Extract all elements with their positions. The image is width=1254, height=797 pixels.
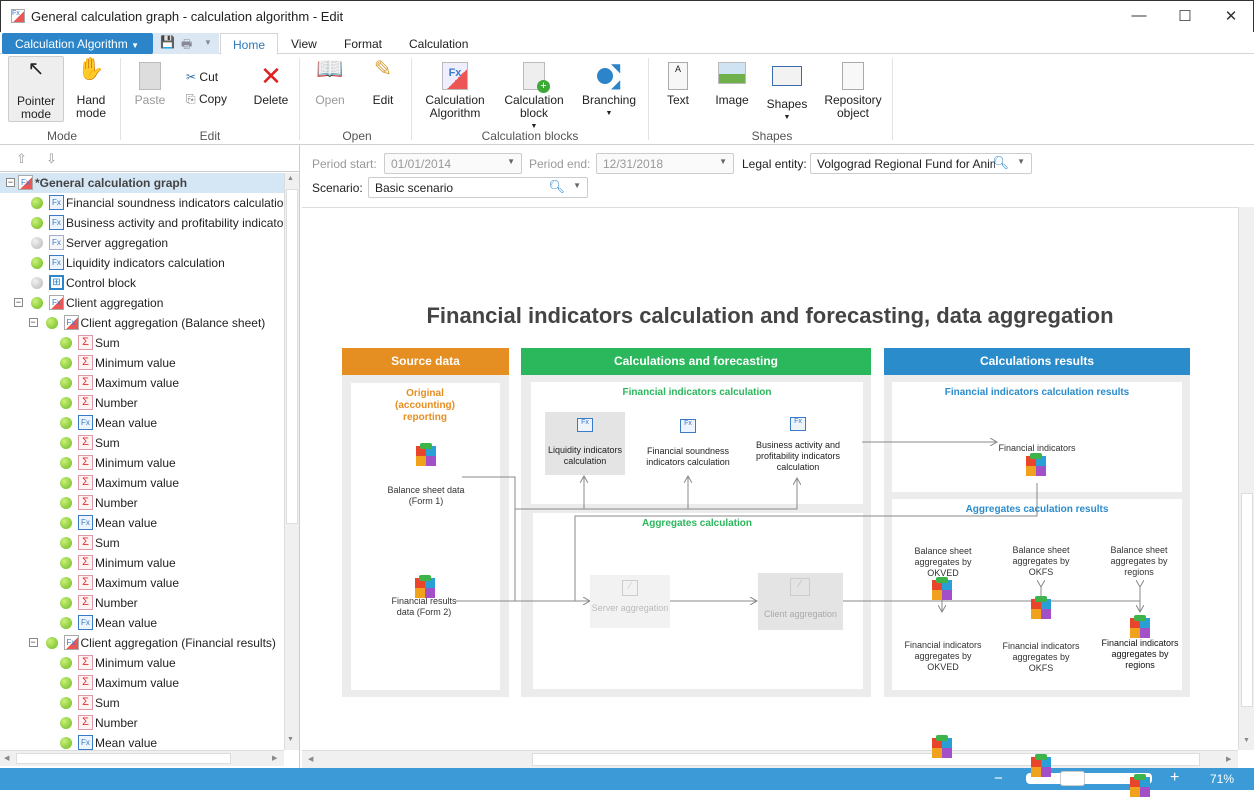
fx-block-icon: Fx [577,418,593,432]
fi-okfs[interactable]: Financial indicators aggregates by OKFS [1001,641,1081,674]
fx-block-icon: Fx [790,417,806,431]
financial-results-data[interactable]: Financial results data (Form 2) [384,596,464,618]
server-aggregation-label: Server aggregation [591,603,669,613]
cube-icon [1130,774,1150,797]
bs-regions[interactable]: Balance sheet aggregates by regions [1099,545,1179,578]
business-block[interactable]: Business activity and profitability indi… [748,440,848,473]
cube-icon [1031,596,1051,619]
zoom-level: 71% [1210,772,1235,786]
status-bar: − + 71% [0,768,1254,790]
disabled-block-icon: ⁄ [790,578,810,596]
connector [515,478,797,510]
cube-icon [932,577,952,600]
client-aggregation-label: Client aggregation [763,609,838,619]
cube-icon [932,735,952,758]
zoom-slider-thumb[interactable] [1060,771,1086,786]
fx-block-icon: Fx [680,419,696,433]
cube-icon [1031,754,1051,777]
bs-okved[interactable]: Balance sheet aggregates by OKVED [903,546,983,579]
liquidity-block-label: Liquidity indicators calculation [547,445,623,466]
cube-icon [1130,615,1150,638]
zoom-out-button[interactable]: − [994,770,1003,787]
fi-regions[interactable]: Financial indicators aggregates by regio… [1099,638,1181,671]
disabled-block-icon: ⁄ [622,580,638,596]
cube-icon [1026,453,1046,476]
soundness-block[interactable]: Financial soundness indicators calculati… [640,446,736,468]
cube-icon [416,443,436,466]
fi-okved[interactable]: Financial indicators aggregates by OKVED [903,640,983,673]
balance-sheet-data[interactable]: Balance sheet data (Form 1) [386,485,466,507]
zoom-in-button[interactable]: + [1170,769,1179,787]
cube-icon [415,575,435,598]
bs-okfs[interactable]: Balance sheet aggregates by OKFS [1001,545,1081,578]
